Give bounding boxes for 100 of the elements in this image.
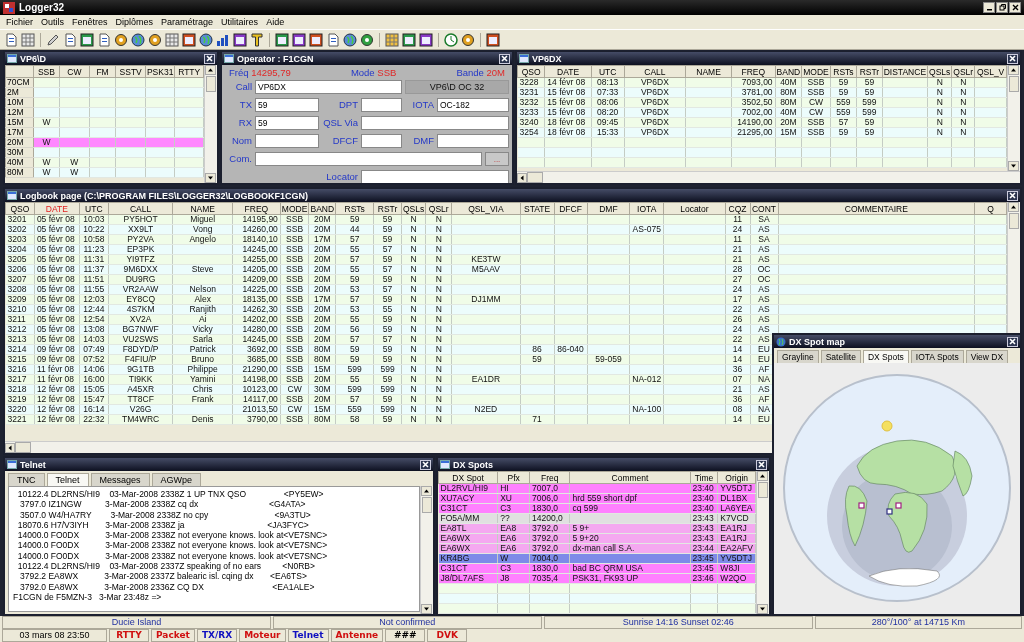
column-header[interactable]: QSL_V [974,65,1007,78]
window-icon[interactable] [486,32,500,47]
status-indicator[interactable]: ### [385,629,426,642]
column-header[interactable]: DATE [34,202,80,215]
tab[interactable]: AGWpe [151,473,202,486]
column-header[interactable]: MODE [801,65,831,78]
column-header[interactable]: DISTANCE [882,65,928,78]
table-row[interactable]: 3203 05 févr 08 10:58 PY2VA Angelo 18140,10 SSB 17M 57 59 N N 11 SA [5,234,1007,245]
column-header[interactable]: IOTA [629,202,664,215]
column-header[interactable]: QSO [517,65,545,78]
scrollbar[interactable] [756,471,769,614]
column-header[interactable]: RSTr [856,65,883,78]
window-icon[interactable] [275,32,289,47]
tab[interactable]: TNC [8,473,45,486]
column-header[interactable]: QSLs [401,202,426,215]
table-row[interactable]: 3211 05 févr 08 12:54 XV2A Ai 14202,00 SSB 20M 55 59 N N 26 AS [5,314,1007,325]
column-header[interactable]: RSTr [373,202,402,215]
name-field[interactable] [255,134,319,148]
menu-item[interactable]: Aide [266,17,285,27]
document-icon[interactable] [63,32,77,47]
tab[interactable]: Grayline [777,350,819,363]
dpt-field[interactable] [361,98,402,112]
column-header[interactable]: SSTV [115,65,146,78]
column-header[interactable]: UTC [591,65,625,78]
table-row[interactable]: 70CM [5,77,204,88]
dfcf-field[interactable] [361,134,402,148]
table-row[interactable]: 2M [5,87,204,98]
column-header[interactable]: UTC [79,202,109,215]
up-arrow-icon[interactable] [1008,65,1019,75]
grid-icon[interactable] [21,32,35,47]
table-row[interactable]: 12M [5,107,204,118]
table-row[interactable]: 3228 14 févr 08 08:13 VP6DX 7093,00 40M SSB 59 59 N N [517,77,1007,88]
column-header[interactable]: SSB [33,65,60,78]
tab[interactable]: View DX [965,350,1009,363]
column-header[interactable]: CW [59,65,90,78]
document-icon[interactable] [4,32,18,47]
table-row[interactable]: EA8TL EA8 3792,0 5 9+ 23:43 EA1RJ [438,523,756,534]
call-field[interactable]: VP6DX [255,80,402,94]
scroll-thumb[interactable] [1009,76,1019,92]
scroll-thumb[interactable] [422,497,432,513]
menu-item[interactable]: Fenêtres [72,17,108,27]
table-row[interactable]: 30M [5,147,204,158]
down-arrow-icon[interactable] [757,604,768,614]
menu-item[interactable]: Utilitaires [221,17,259,27]
window-icon[interactable] [402,32,416,47]
table-row[interactable]: EA6WX EA6 3792,0 5 9+20 23:43 EA1RJ [438,533,756,544]
column-header[interactable]: FM [89,65,116,78]
dmf-field[interactable] [437,134,509,148]
column-header[interactable]: QSO [5,202,35,215]
tab[interactable]: IOTA Spots [910,350,964,363]
column-header[interactable]: Q [974,202,1007,215]
scroll-thumb[interactable] [206,76,216,92]
column-header[interactable]: RSTs [830,65,857,78]
column-header[interactable]: BAND [775,65,802,78]
column-header[interactable]: COMMENTAIRE [778,202,975,215]
column-header[interactable]: CQZ [725,202,751,215]
tab[interactable]: DX Spots [862,350,909,363]
up-arrow-icon[interactable] [757,471,768,481]
table-row[interactable]: KR4BG W 7004,0 23:45 YV5DTJ [438,553,756,564]
column-header[interactable]: DMF [587,202,630,215]
pencil-icon[interactable] [46,32,60,47]
column-header[interactable]: DX Spot [438,471,498,484]
locator-field[interactable] [361,170,509,183]
table-row[interactable]: 3201 05 févr 08 10:03 PY5HOT Miguel 14195,90 SSB 20M 59 59 N N 11 SA [5,214,1007,225]
menu-item[interactable]: Outils [41,17,65,27]
qsl-via-field[interactable] [361,116,509,130]
window-icon[interactable] [182,32,196,47]
scrollbar[interactable] [1007,65,1020,171]
more-button[interactable]: ... [485,152,509,166]
table-row[interactable]: 3204 05 févr 08 11:23 EP3PK 14245,00 SSB 20M 55 57 N N 21 AS [5,244,1007,255]
table-row[interactable]: 3202 05 févr 08 10:22 XX9LT Vong 14260,00 SSB 20M 44 59 N N AS-075 24 AS [5,224,1007,235]
tab[interactable]: Telnet [46,473,89,486]
document-icon[interactable] [97,32,111,47]
table-row[interactable]: 3206 05 févr 08 11:37 9M6DXX Steve 14205,00 SSB 20M 55 57 N N M5AAV 28 OC [5,264,1007,275]
up-arrow-icon[interactable] [205,65,216,75]
column-header[interactable]: QSL_VIA [451,202,521,215]
column-header[interactable]: Comment [570,471,691,484]
table-row[interactable]: 20M W [5,137,204,148]
column-header[interactable]: Time [690,471,718,484]
menu-item[interactable]: Diplômes [115,17,154,27]
table-row[interactable]: 3231 15 févr 08 07:33 VP6DX 3781,00 80M SSB 59 59 N N [517,87,1007,98]
column-header[interactable]: Locator [663,202,726,215]
column-header[interactable]: CONT [750,202,778,215]
table-row[interactable]: 3207 05 févr 08 11:51 DU9RG 14209,00 SSB 20M 59 59 N N 27 OC [5,274,1007,285]
window-icon[interactable] [292,32,306,47]
rx-field[interactable]: 59 [255,116,319,130]
table-row[interactable]: 15M W [5,117,204,128]
tab[interactable]: Satellite [820,350,861,363]
column-header[interactable]: MODE [280,202,309,215]
column-header[interactable]: Pfx [497,471,530,484]
comment-field[interactable] [255,152,482,166]
left-arrow-icon[interactable] [5,442,15,453]
globe-icon[interactable] [131,32,145,47]
scroll-thumb[interactable] [758,482,768,498]
scroll-thumb[interactable] [1009,213,1019,229]
letter-shape-icon[interactable] [250,32,264,47]
column-header[interactable]: QSLr [951,65,975,78]
column-header[interactable]: RSTs [335,202,374,215]
table-row[interactable]: 40M W W [5,157,204,168]
window-icon[interactable] [80,32,94,47]
